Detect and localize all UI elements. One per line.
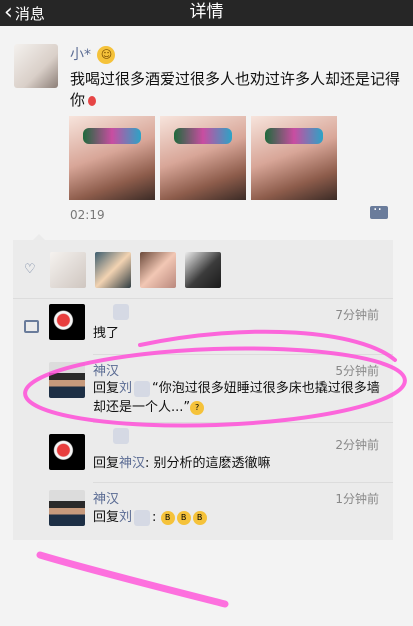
comment-action-button[interactable] [370,202,388,219]
liker-avatar[interactable] [140,252,176,288]
post-text: 我喝过很多酒爱过很多人也劝过许多人却还是记得你 [70,69,400,111]
redacted-name [134,380,151,397]
comment-time: 1分钟前 [335,492,379,506]
reply-prefix: 回复 [93,456,120,471]
post-photo-3[interactable] [251,116,337,200]
comment-item[interactable]: 神汉 1分钟前 回复刘: BBB [13,482,393,540]
page-title: 详情 [189,2,224,22]
author-avatar[interactable] [14,44,58,88]
reply-target[interactable]: 刘 [119,510,132,525]
comment-text: 回复神汉: 别分析的這麽透徹嘛 [93,454,383,473]
post-photo-1[interactable] [69,116,155,200]
comment-item[interactable]: 7分钟前 拽了 [13,298,393,354]
smile-emoji-icon: ☺ [97,46,116,64]
comment-item[interactable]: 神汉 5分钟前 回复刘 “你泡过很多妞睡过很多床也撬过很多墙却还是一个人...”? [13,354,393,422]
moment-post: 小* ☺ 我喝过很多酒爱过很多人也劝过许多人却还是记得你 02:19 [0,26,413,240]
author-name[interactable]: 小* ☺ [70,44,116,64]
reply-body: : [152,510,157,525]
post-time: 02:19 [70,208,105,222]
comment-text: 拽了 [93,326,120,341]
sunglasses-icon [265,128,323,144]
redacted-name [113,304,129,320]
comment-text: 回复刘: BBB [93,508,383,527]
commenter-name[interactable]: 神汉 [93,488,119,507]
reply-prefix: 回复 [93,381,120,396]
commenter-name[interactable]: 神汉 [93,360,119,379]
sunglasses-icon [174,128,232,144]
author-name-text: 小* [70,47,91,63]
sunglasses-emoji-icon: B [192,510,207,525]
commenter-avatar[interactable] [49,304,85,340]
commenter-avatar[interactable] [49,362,85,398]
redacted-name [134,509,151,526]
reply-prefix: 回复 [93,510,120,525]
redacted-name [113,428,129,444]
reply-target[interactable]: 神汉 [119,456,145,471]
comment-item[interactable]: 2分钟前 回复神汉: 别分析的這麽透徹嘛 [13,422,393,482]
reply-target[interactable]: 刘 [119,381,132,396]
liker-avatar[interactable] [50,252,86,288]
comment-time: 2分钟前 [335,438,379,452]
likes-row: ♡ [13,240,393,298]
comment-time: 7分钟前 [335,308,379,322]
heart-icon: ♡ [24,262,36,277]
comment-time: 5分钟前 [335,364,379,378]
thinking-emoji-icon: ? [190,400,205,415]
post-text-content: 我喝过很多酒爱过很多人也劝过许多人却还是记得你 [70,70,401,109]
reply-body: : 别分析的這麽透徹嘛 [145,456,271,471]
sunglasses-emoji-icon: B [160,510,175,525]
interaction-panel: ♡ 7分钟前 拽了 神汉 5分钟前 回复刘 “你泡过很多妞睡过很多床也撬过很多墙却… [13,234,393,540]
sunglasses-emoji-icon: B [176,510,191,525]
commenter-avatar[interactable] [49,434,85,470]
commenter-avatar[interactable] [49,490,85,526]
comment-text: 回复刘 “你泡过很多妞睡过很多床也撬过很多墙却还是一个人...”? [93,379,383,417]
post-photo-2[interactable] [160,116,246,200]
liker-avatar[interactable] [95,252,131,288]
balloon-icon [88,95,97,106]
sunglasses-icon [83,128,141,144]
navigation-bar: ‹ 消息 详情 [0,0,413,26]
liker-avatar[interactable] [185,252,221,288]
